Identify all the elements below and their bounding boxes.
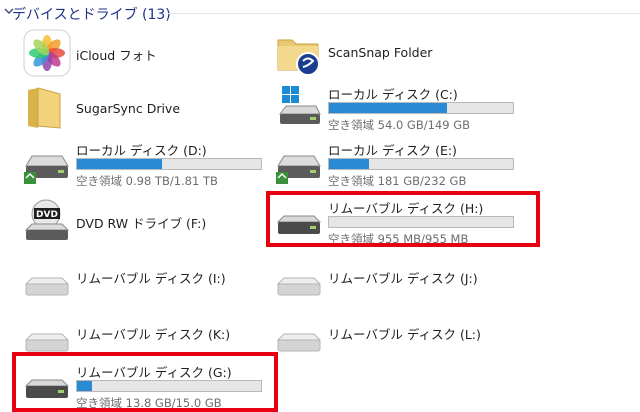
highlight-box-g — [12, 352, 278, 412]
disk-usage-bar — [328, 158, 514, 170]
item-name: リムーバブル ディスク (I:) — [76, 271, 226, 286]
icloud-photos-icon — [23, 29, 71, 77]
hard-drive-icon — [24, 155, 69, 184]
item-name: ローカル ディスク (D:) — [76, 143, 207, 158]
drive-c-item[interactable]: ローカル ディスク (C:) 空き領域 54.0 GB/149 GB — [274, 82, 574, 134]
free-space-text: 空き領域 181 GB/232 GB — [328, 174, 467, 188]
removable-drive-icon — [24, 277, 70, 296]
hard-drive-icon — [276, 155, 321, 184]
svg-text:DVD: DVD — [36, 210, 58, 220]
item-name: ScanSnap Folder — [328, 45, 433, 60]
disk-usage-fill — [77, 159, 162, 169]
item-name: ローカル ディスク (C:) — [328, 87, 458, 102]
scansnap-folder-item[interactable]: ScanSnap Folder — [274, 28, 574, 80]
group-title: デバイスとドライブ (13) — [12, 7, 171, 23]
disk-usage-bar — [76, 158, 262, 170]
item-name: ローカル ディスク (E:) — [328, 143, 457, 158]
item-name: SugarSync Drive — [76, 101, 181, 116]
disk-usage-fill — [329, 103, 447, 113]
folder-icon — [28, 87, 61, 129]
group-divider — [168, 13, 640, 14]
removable-drive-icon — [276, 333, 322, 352]
drive-l-item[interactable]: リムーバブル ディスク (L:) — [274, 314, 574, 366]
disk-usage-fill — [329, 159, 370, 169]
free-space-text: 空き領域 0.98 TB/1.81 TB — [76, 174, 218, 188]
highlight-box-h — [266, 191, 540, 247]
dvd-drive-icon: DVD — [24, 199, 70, 240]
disk-usage-bar — [328, 102, 514, 114]
item-name: iCloud フォト — [76, 48, 157, 63]
item-name: リムーバブル ディスク (K:) — [76, 327, 231, 342]
item-name: リムーバブル ディスク (L:) — [328, 327, 481, 342]
devices-group-header[interactable]: デバイスとドライブ (13) — [0, 0, 640, 26]
item-name: DVD RW ドライブ (F:) — [76, 216, 207, 231]
drive-j-item[interactable]: リムーバブル ディスク (J:) — [274, 258, 574, 310]
drive-e-item[interactable]: ローカル ディスク (E:) 空き領域 181 GB/232 GB — [274, 138, 574, 190]
free-space-text: 空き領域 54.0 GB/149 GB — [328, 118, 470, 132]
removable-drive-icon — [276, 277, 322, 296]
scansnap-folder-icon — [277, 39, 320, 76]
item-name: リムーバブル ディスク (J:) — [328, 271, 478, 286]
windows-drive-icon — [279, 86, 321, 124]
